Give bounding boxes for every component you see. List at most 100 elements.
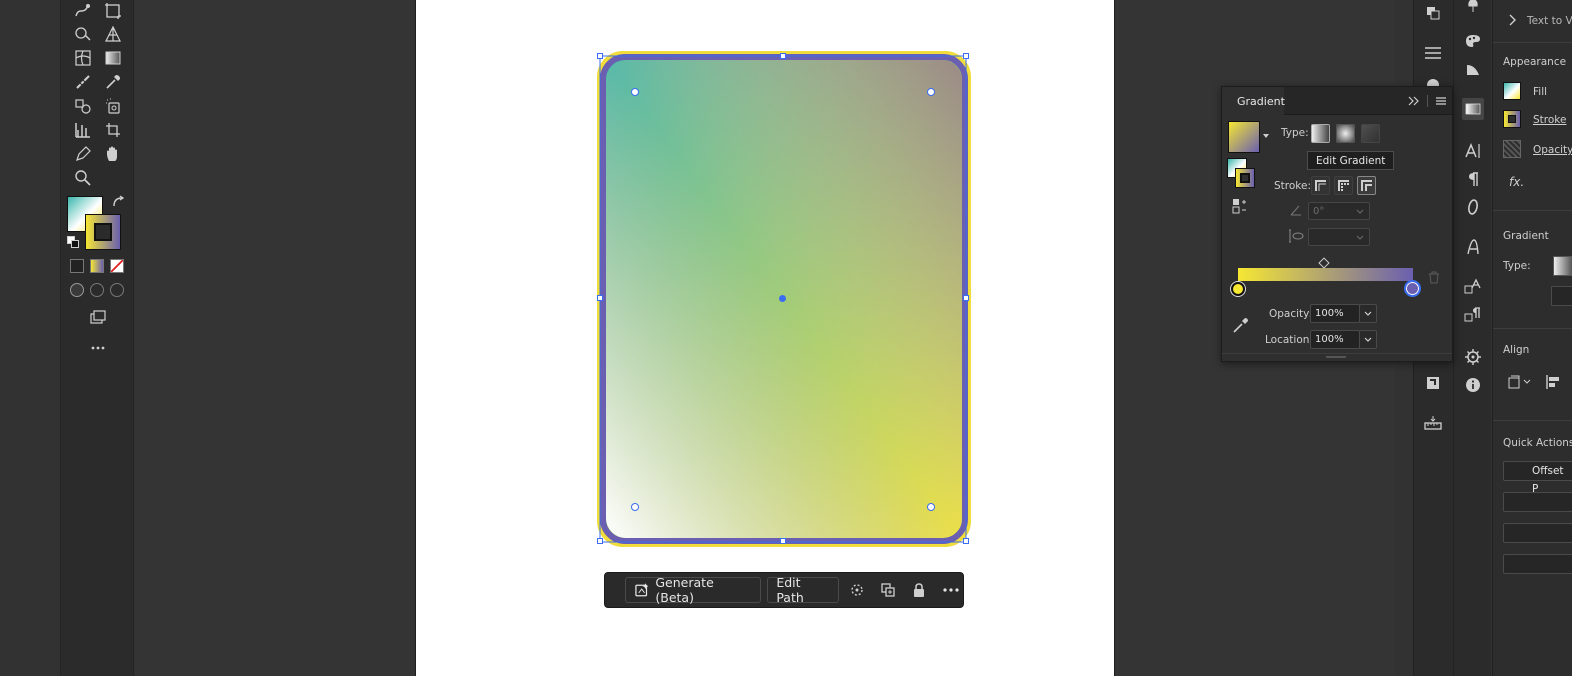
align-to-icon[interactable] bbox=[1507, 374, 1533, 390]
character-icon[interactable] bbox=[1462, 140, 1484, 162]
gradient-mode-button[interactable] bbox=[90, 259, 104, 273]
pen-icon[interactable] bbox=[71, 143, 95, 165]
more-options-icon[interactable] bbox=[938, 577, 963, 603]
handle-right[interactable] bbox=[963, 295, 969, 301]
gradient-dropdown[interactable] bbox=[1551, 286, 1572, 306]
gradient-slider[interactable] bbox=[1238, 268, 1413, 281]
reverse-gradient-icon[interactable] bbox=[1232, 198, 1248, 214]
stroke-within-button[interactable] bbox=[1311, 176, 1330, 195]
location-field[interactable]: 100% bbox=[1310, 330, 1360, 349]
draw-behind-icon[interactable] bbox=[90, 283, 104, 297]
gradient-tab[interactable]: Gradient bbox=[1222, 87, 1285, 115]
paragraph-styles-icon[interactable] bbox=[1462, 304, 1484, 326]
handle-bottom-left[interactable] bbox=[597, 538, 603, 544]
fx-label[interactable]: fx. bbox=[1509, 175, 1524, 189]
stroke-along-button[interactable] bbox=[1334, 176, 1353, 195]
color-stop-yellow[interactable] bbox=[1231, 282, 1245, 296]
stroke-swatch[interactable] bbox=[85, 214, 121, 250]
aspect-ratio-field[interactable] bbox=[1308, 228, 1370, 246]
type-styles-icon[interactable] bbox=[1462, 276, 1484, 298]
stroke-label[interactable]: Stroke bbox=[1533, 114, 1566, 126]
color-stop-purple[interactable] bbox=[1404, 280, 1421, 297]
align-left-icon[interactable] bbox=[1545, 374, 1561, 390]
ruler-icon[interactable] bbox=[1422, 412, 1444, 434]
color-mode-button[interactable] bbox=[70, 259, 84, 273]
quick-action-button[interactable] bbox=[1503, 554, 1572, 574]
handle-bottom-right[interactable] bbox=[963, 538, 969, 544]
edit-path-button[interactable]: Edit Path bbox=[767, 575, 839, 605]
handle-top-left[interactable] bbox=[597, 53, 603, 59]
shape-icon[interactable] bbox=[1422, 372, 1444, 394]
delete-stop-icon[interactable] bbox=[1428, 271, 1440, 284]
draw-inside-icon[interactable] bbox=[110, 283, 124, 297]
corner-widget[interactable] bbox=[631, 503, 639, 511]
opacity-field[interactable]: 100% bbox=[1310, 304, 1360, 323]
offset-path-button[interactable]: Offset P bbox=[1503, 461, 1572, 495]
handle-left[interactable] bbox=[597, 295, 603, 301]
center-point[interactable] bbox=[779, 295, 786, 302]
color-guide-icon[interactable] bbox=[1462, 30, 1484, 52]
navigator-icon[interactable] bbox=[1462, 346, 1484, 368]
paragraph-icon[interactable] bbox=[1462, 168, 1484, 190]
stroke-across-button[interactable] bbox=[1357, 176, 1376, 195]
fill-swatch-small[interactable] bbox=[1503, 82, 1521, 100]
text-to-vector-label[interactable]: Text to Ve bbox=[1527, 15, 1572, 27]
blend-icon[interactable] bbox=[71, 95, 95, 117]
freeform-gradient-button[interactable] bbox=[1361, 124, 1380, 143]
transparency-icon[interactable] bbox=[1462, 58, 1484, 80]
quick-action-button[interactable] bbox=[1503, 523, 1572, 543]
double-chevron-icon[interactable] bbox=[1408, 96, 1420, 106]
recolor-icon[interactable] bbox=[845, 577, 870, 603]
arrange-icon[interactable] bbox=[1422, 2, 1444, 24]
shape-builder-icon[interactable] bbox=[71, 23, 95, 45]
handle-top[interactable] bbox=[780, 53, 786, 59]
duplicate-icon[interactable] bbox=[876, 577, 901, 603]
none-mode-button[interactable] bbox=[110, 259, 124, 273]
stroke-swatch-small[interactable] bbox=[1503, 110, 1521, 128]
gradient-preview-swatch[interactable] bbox=[1228, 121, 1260, 153]
chevron-right-icon[interactable] bbox=[1507, 13, 1517, 27]
location-dropdown[interactable] bbox=[1359, 330, 1377, 349]
quick-action-button[interactable] bbox=[1503, 492, 1572, 512]
gradient-panel-icon[interactable] bbox=[1462, 98, 1484, 120]
measure-icon[interactable] bbox=[71, 71, 95, 93]
opacity-dropdown[interactable] bbox=[1359, 304, 1377, 323]
gradient-panel-header[interactable]: Gradient bbox=[1222, 87, 1452, 115]
layers-icon[interactable] bbox=[1422, 42, 1444, 64]
eyedropper-icon[interactable] bbox=[101, 71, 125, 93]
swap-icon[interactable] bbox=[107, 192, 131, 214]
hand-icon[interactable] bbox=[101, 143, 125, 165]
symbol-sprayer-icon[interactable] bbox=[101, 95, 125, 117]
zoom-icon[interactable] bbox=[71, 167, 95, 189]
glyphs-icon[interactable] bbox=[1462, 236, 1484, 258]
midpoint-diamond[interactable] bbox=[1318, 257, 1330, 269]
corner-widget[interactable] bbox=[631, 88, 639, 96]
gp-eyedropper-icon[interactable] bbox=[1232, 316, 1250, 334]
blob-brush-icon[interactable] bbox=[71, 0, 95, 22]
screen-mode-icon[interactable] bbox=[86, 306, 110, 328]
perspective-grid-icon[interactable] bbox=[101, 23, 125, 45]
corner-widget[interactable] bbox=[927, 88, 935, 96]
draw-normal-icon[interactable] bbox=[70, 283, 84, 297]
opacity-label[interactable]: Opacity bbox=[1533, 144, 1572, 156]
handle-bottom[interactable] bbox=[780, 538, 786, 544]
linear-type-button[interactable] bbox=[1553, 256, 1572, 276]
more-tools-icon[interactable] bbox=[86, 337, 110, 359]
panel-menu-icon[interactable] bbox=[1435, 96, 1447, 106]
symbols-icon[interactable] bbox=[1462, 0, 1484, 16]
linear-gradient-button[interactable] bbox=[1311, 124, 1330, 143]
slice-icon[interactable] bbox=[101, 119, 125, 141]
info-icon[interactable] bbox=[1462, 374, 1484, 396]
corner-widget[interactable] bbox=[927, 503, 935, 511]
mesh-icon[interactable] bbox=[71, 47, 95, 69]
default-colors-icon[interactable] bbox=[67, 236, 79, 248]
lock-icon[interactable] bbox=[907, 577, 932, 603]
gp-stroke-swatch[interactable] bbox=[1235, 168, 1255, 188]
panel-resize-handle[interactable] bbox=[1222, 353, 1452, 361]
handle-top-right[interactable] bbox=[963, 53, 969, 59]
gradient-icon[interactable] bbox=[101, 47, 125, 69]
artboard-icon[interactable] bbox=[101, 0, 125, 22]
opentype-icon[interactable] bbox=[1462, 196, 1484, 218]
angle-field[interactable]: 0° bbox=[1308, 202, 1370, 220]
preview-dropdown-icon[interactable] bbox=[1262, 133, 1270, 139]
